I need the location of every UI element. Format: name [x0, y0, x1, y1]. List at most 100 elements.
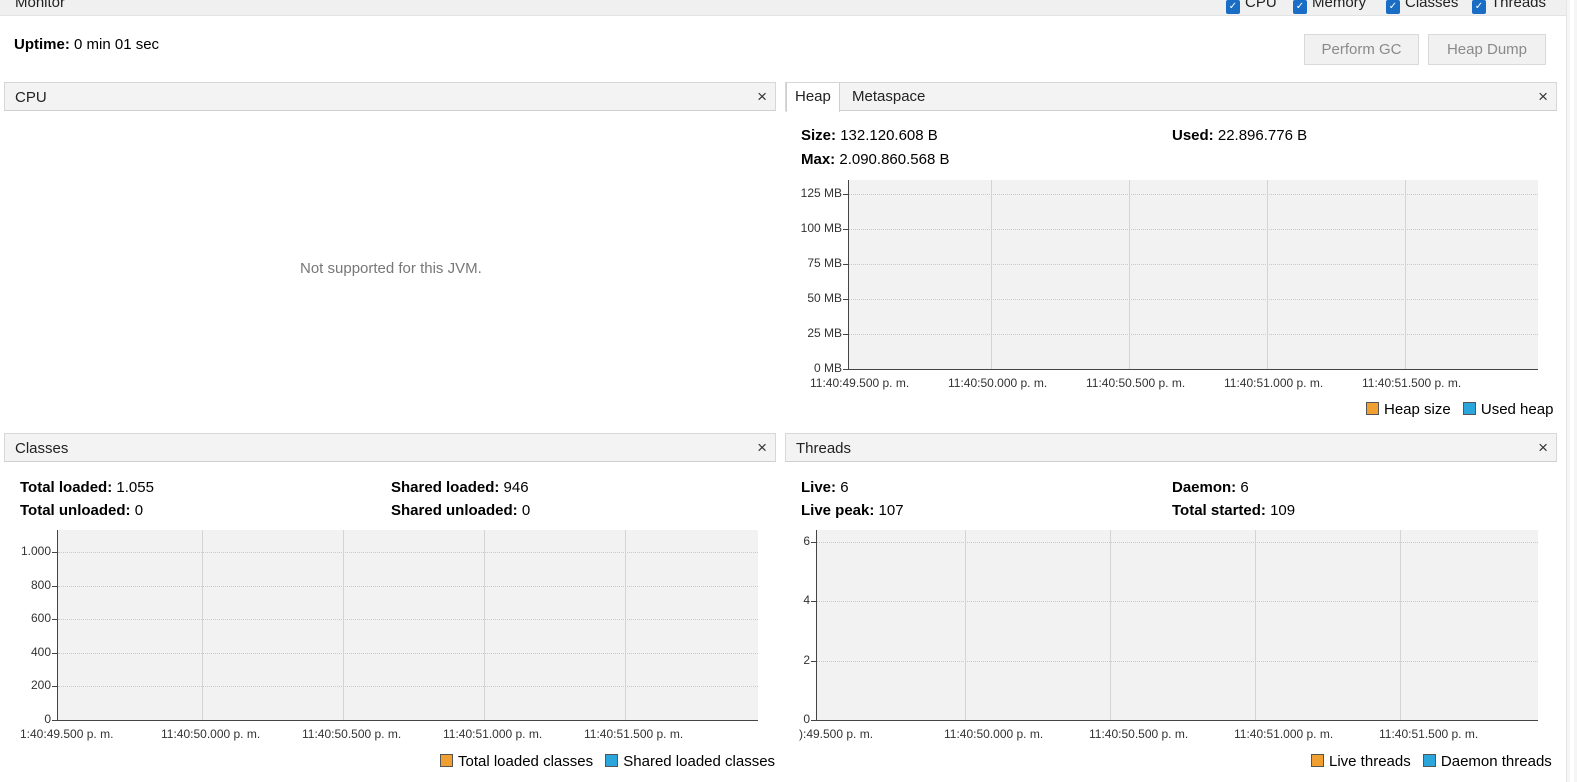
x-tick-label: 11:40:50.500 p. m.	[302, 727, 402, 741]
threads-total-started: Total started: 109	[1172, 502, 1296, 519]
x-tick-label: 11:40:51.500 p. m.	[1362, 376, 1462, 390]
close-icon[interactable]: ×	[1538, 87, 1548, 107]
total-unloaded: Total unloaded: 0	[20, 502, 144, 519]
x-tick-label: 11:40:51.000 p. m.	[1234, 727, 1334, 741]
live-threads-swatch	[1311, 754, 1324, 767]
gridline	[58, 619, 758, 621]
y-tick-mark	[811, 601, 816, 603]
x-tick-label: 11:40:49.500 p. m.	[810, 376, 910, 390]
gridline	[343, 530, 344, 720]
y-tick-mark	[52, 686, 57, 688]
cpu-panel-header: CPU ×	[4, 82, 776, 111]
y-tick-label: 75 MB	[807, 256, 842, 270]
gridline	[58, 552, 758, 553]
daemon-threads-swatch	[1422, 754, 1436, 767]
heap-size: Size: 132.120.608 B	[801, 127, 938, 144]
y-tick-mark	[843, 264, 848, 265]
cpu-panel-title: CPU	[15, 89, 47, 106]
legend-heap-size: Heap size	[1366, 401, 1451, 418]
threads-chart-legend: Live threads Daemon threads	[1303, 753, 1552, 770]
classes-panel-header: Classes ×	[4, 433, 776, 462]
monitor-title: Monitor	[15, 0, 66, 11]
y-tick-mark	[52, 585, 57, 587]
gridline	[202, 530, 203, 720]
heap-chart	[848, 180, 1538, 370]
legend-live-threads: Live threads	[1311, 753, 1411, 770]
threads-chart	[816, 530, 1538, 721]
vertical-scrollbar[interactable]	[1566, 0, 1577, 782]
y-tick-label: 200	[30, 678, 51, 693]
y-tick-label: 50 MB	[807, 291, 842, 305]
gridline	[817, 601, 1538, 603]
y-tick-label: 800	[30, 577, 51, 592]
y-tick-label: 400	[30, 644, 51, 659]
y-tick-label: 1.000	[20, 544, 51, 558]
legend-used-heap: Used heap	[1462, 401, 1553, 418]
threads-panel-title: Threads	[796, 440, 852, 457]
y-tick-mark	[52, 720, 57, 721]
gridline	[625, 530, 626, 720]
tab-heap[interactable]: Heap	[786, 83, 840, 112]
x-tick-label: 11:40:51.500 p. m.	[584, 727, 684, 741]
y-tick-mark	[811, 542, 816, 543]
y-tick-mark	[843, 334, 848, 335]
gridline	[1129, 180, 1130, 369]
check-icon: ✓	[1386, 0, 1400, 14]
close-icon[interactable]: ×	[757, 438, 767, 458]
y-tick-label: 0 MB	[813, 361, 842, 375]
legend-total-loaded-classes: Total loaded classes	[440, 753, 593, 770]
x-tick-label: 11:40:51.000 p. m.	[443, 727, 543, 741]
heap-dump-button[interactable]: Heap Dump	[1428, 34, 1546, 65]
tab-metaspace[interactable]: Metaspace	[844, 83, 933, 111]
threads-panel-header: Threads ×	[785, 433, 1557, 462]
y-tick-label: 2	[803, 652, 810, 667]
gridline	[817, 542, 1538, 543]
close-icon[interactable]: ×	[757, 87, 767, 107]
y-tick-mark	[843, 369, 848, 370]
heap-max: Max: 2.090.860.568 B	[801, 151, 950, 168]
x-tick-label: 11:40:50.000 p. m.	[944, 727, 1044, 741]
gridline	[849, 229, 1538, 230]
close-icon[interactable]: ×	[1538, 438, 1548, 458]
y-tick-mark	[843, 229, 848, 230]
cpu-not-supported-message: Not supported for this JVM.	[300, 260, 482, 277]
heap-chart-legend: Heap size Used heap	[1358, 401, 1553, 418]
classes-chart-legend: Total loaded classes Shared loaded class…	[432, 753, 775, 770]
shared-loaded-swatch	[605, 754, 619, 767]
threads-live: Live: 6	[801, 479, 849, 496]
memory-checkbox[interactable]: ✓ Memory	[1293, 0, 1366, 14]
shared-loaded: Shared loaded: 946	[391, 479, 529, 496]
x-tick-label: 11:40:50.000 p. m.	[161, 727, 261, 741]
x-tick-label: 11:40:51.500 p. m.	[1379, 727, 1479, 741]
x-tick-label: 11:40:51.000 p. m.	[1224, 376, 1324, 390]
y-tick-label: 600	[30, 611, 51, 626]
classes-panel-title: Classes	[15, 440, 69, 457]
gridline	[58, 686, 758, 688]
y-tick-mark	[843, 194, 848, 195]
classes-checkbox[interactable]: ✓ Classes	[1386, 0, 1458, 14]
threads-daemon: Daemon: 6	[1172, 479, 1249, 496]
y-tick-label: 125 MB	[800, 186, 842, 200]
legend-shared-loaded-classes: Shared loaded classes	[605, 753, 775, 770]
x-tick-label: 11:40:50.500 p. m.	[1089, 727, 1189, 741]
y-tick-mark	[843, 299, 848, 300]
memory-panel-header: Heap Metaspace ×	[785, 82, 1557, 112]
y-tick-mark	[811, 660, 816, 662]
classes-chart	[57, 530, 758, 721]
heap-used: Used: 22.896.776 B	[1172, 127, 1308, 144]
y-tick-mark	[52, 552, 57, 553]
check-icon: ✓	[1472, 0, 1486, 14]
y-tick-mark	[811, 720, 816, 721]
gridline	[965, 530, 966, 720]
check-icon: ✓	[1226, 0, 1240, 14]
threads-checkbox[interactable]: ✓ Threads	[1472, 0, 1546, 14]
check-icon: ✓	[1293, 0, 1307, 14]
total-loaded-swatch	[440, 754, 453, 767]
x-tick-label: 11:40:50.000 p. m.	[948, 376, 1048, 390]
perform-gc-button[interactable]: Perform GC	[1304, 34, 1419, 65]
y-tick-label: 6	[803, 534, 810, 548]
y-tick-label: 100 MB	[800, 221, 842, 235]
shared-unloaded: Shared unloaded: 0	[391, 502, 531, 519]
cpu-checkbox[interactable]: ✓ CPU	[1226, 0, 1277, 14]
x-tick-label: 11:40:50.500 p. m.	[1086, 376, 1186, 390]
